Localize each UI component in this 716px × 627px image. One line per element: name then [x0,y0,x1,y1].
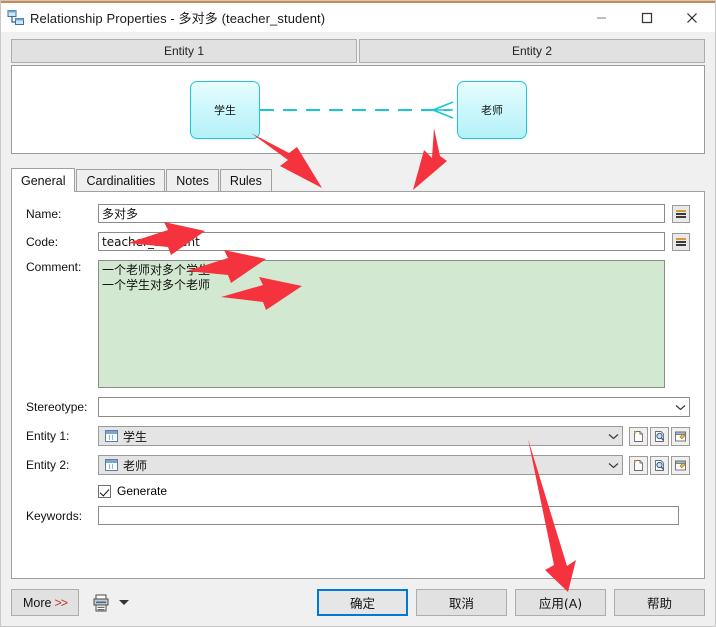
code-input[interactable]: teacher_student [98,232,665,251]
cancel-button-label: 取消 [448,596,474,611]
preview-entity-1-label: 学生 [214,104,236,117]
ok-button[interactable]: 确定 [317,589,408,616]
ok-button-label: 确定 [349,596,375,611]
more-button-label: More [22,595,52,610]
tab-rules-label: Rules [229,173,262,188]
close-icon[interactable] [669,2,715,33]
apply-button-label: 应用(A) [538,596,583,611]
name-label: Name: [26,206,62,221]
entity1-combobox[interactable]: 学生 [98,426,623,446]
more-button-chevrons: >> [54,595,68,610]
stereotype-label: Stereotype: [26,400,88,414]
stereotype-row: Stereotype: [12,397,704,417]
relationship-properties-dialog: Relationship Properties - 多对多 (teacher_s… [0,0,716,627]
keywords-row: Keywords: [12,506,704,525]
tab-notes-label: Notes [176,173,209,188]
chevron-down-icon[interactable] [119,600,129,605]
tab-cardinalities[interactable]: Cardinalities [76,169,166,191]
relationship-preview: 学生 老师 [11,65,705,154]
code-equals-button[interactable] [672,232,690,251]
entity-table-icon [105,430,118,442]
entity2-label: Entity 2: [26,458,70,472]
stereotype-combobox[interactable] [98,397,690,417]
cancel-button[interactable]: 取消 [416,589,507,616]
tab-general-label: General [21,173,66,188]
entity2-row: Entity 2: 老师 [12,455,704,475]
open-icon[interactable] [671,426,690,446]
help-button[interactable]: 帮助 [614,589,705,616]
entity2-value: 老师 [123,458,148,473]
window-controls [579,2,715,33]
properties-icon[interactable] [650,455,669,475]
entity-1-header[interactable]: Entity 1 [11,39,357,63]
printer-icon[interactable] [90,592,112,614]
comment-textarea[interactable]: 一个老师对多个学生 一个学生对多个老师 [98,260,665,388]
create-icon[interactable] [629,455,648,475]
chevron-down-icon[interactable] [672,398,689,416]
create-icon[interactable] [629,426,648,446]
entity-2-header[interactable]: Entity 2 [359,39,705,63]
entity1-value: 学生 [123,429,148,444]
entity1-label: Entity 1: [26,429,70,443]
general-tab-panel: Name: 多对多 Code: teacher_student Comment:… [11,192,705,579]
entity2-combobox[interactable]: 老师 [98,455,623,475]
minimize-icon[interactable] [579,2,624,33]
chevron-down-icon[interactable] [605,427,622,445]
equals-icon [676,209,686,218]
entity-1-header-label: Entity 1 [163,44,205,58]
equals-icon [676,237,686,246]
relationship-icon [7,9,25,27]
relationship-link [260,101,454,119]
properties-icon[interactable] [650,426,669,446]
comment-label: Comment: [26,260,82,274]
title-bar: Relationship Properties - 多对多 (teacher_s… [1,1,715,32]
keywords-label: Keywords: [26,508,83,523]
name-equals-button[interactable] [672,204,690,223]
preview-entity-1-box[interactable]: 学生 [190,81,260,139]
apply-button[interactable]: 应用(A) [515,589,606,616]
keywords-input[interactable] [98,506,679,525]
open-icon[interactable] [671,455,690,475]
comment-row: Comment: 一个老师对多个学生 一个学生对多个老师 [12,260,704,388]
tab-notes[interactable]: Notes [166,169,219,191]
entity1-action-buttons [629,426,690,446]
name-input[interactable]: 多对多 [98,204,665,223]
generate-label: Generate [117,484,168,498]
name-row: Name: 多对多 [12,204,704,223]
tab-strip: General Cardinalities Notes Rules [11,167,705,192]
code-row: Code: teacher_student [12,232,704,251]
tab-cardinalities-label: Cardinalities [86,173,156,188]
generate-row: Generate [12,484,704,498]
more-button[interactable]: More >> [11,589,79,616]
dialog-footer: More >> 确定 取消 应用(A) 帮助 [1,579,715,626]
chevron-down-icon[interactable] [605,456,622,474]
entity-header-strip: Entity 1 Entity 2 [11,39,705,63]
entity-2-header-label: Entity 2 [511,44,553,58]
preview-entity-2-label: 老师 [481,104,503,117]
help-button-label: 帮助 [646,596,672,611]
maximize-icon[interactable] [624,2,669,33]
preview-entity-2-box[interactable]: 老师 [457,81,527,139]
entity2-action-buttons [629,455,690,475]
tab-general[interactable]: General [11,168,76,192]
code-label: Code: [26,234,59,249]
entity-table-icon [105,459,118,471]
tab-rules[interactable]: Rules [219,169,272,191]
generate-checkbox[interactable] [98,484,111,498]
window-title: Relationship Properties - 多对多 (teacher_s… [30,11,326,26]
entity1-row: Entity 1: 学生 [12,426,704,446]
